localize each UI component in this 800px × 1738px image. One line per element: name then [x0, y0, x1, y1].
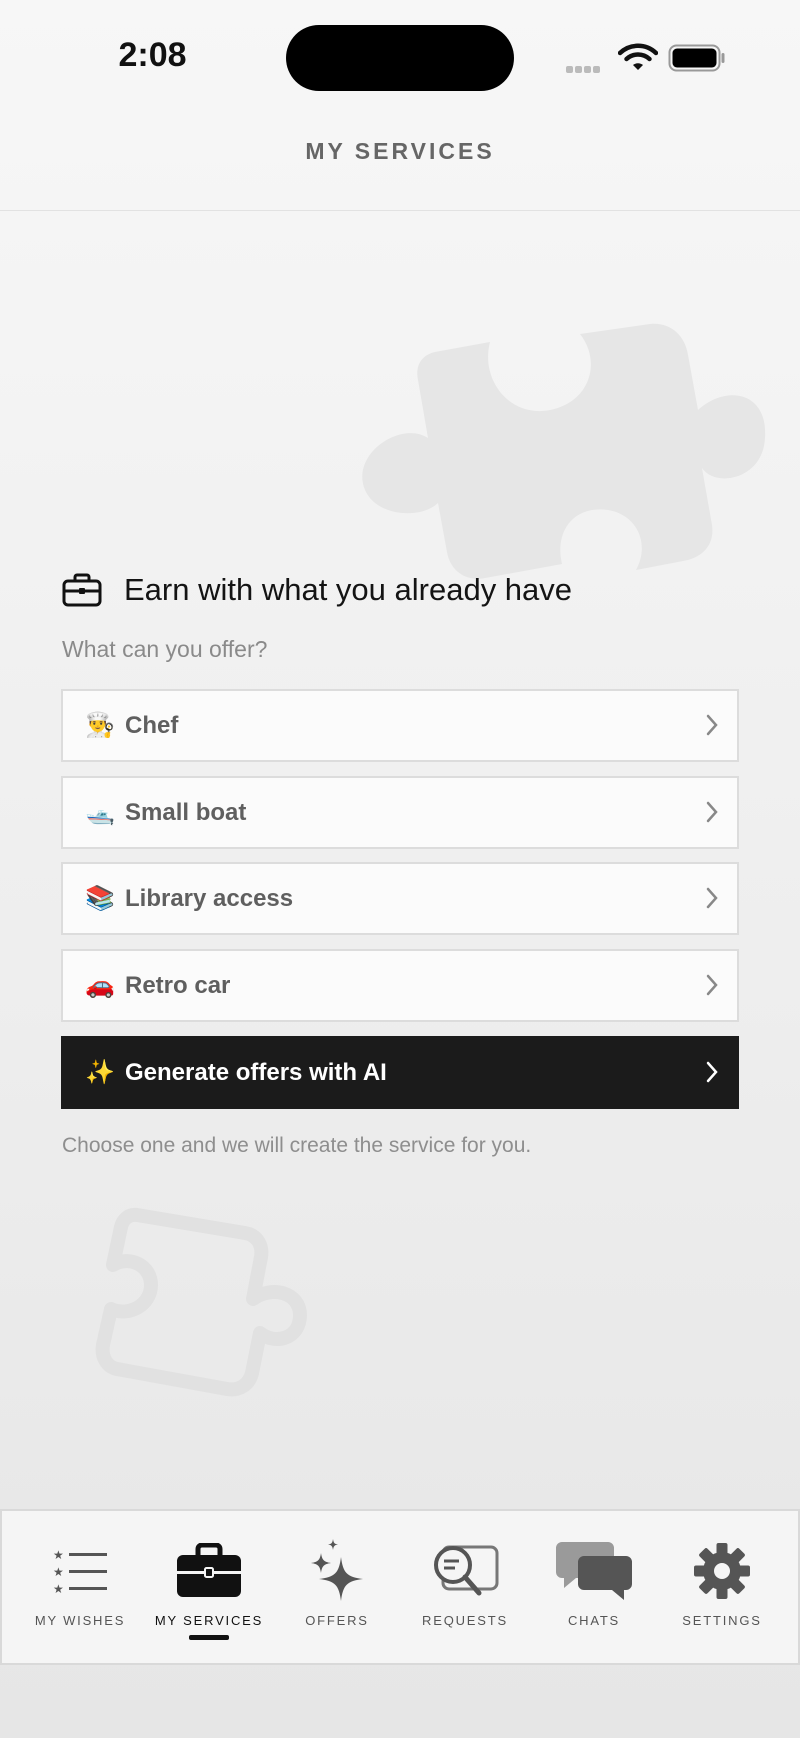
tab-requests[interactable]: REQUESTS — [400, 1511, 530, 1663]
tab-label: SETTINGS — [682, 1613, 762, 1628]
sparkles-icon — [311, 1539, 363, 1601]
status-bar: 2:08 — [0, 0, 800, 110]
chevron-right-icon — [706, 801, 718, 823]
generate-offers-ai-button[interactable]: ✨ Generate offers with AI — [61, 1036, 739, 1109]
nav-divider — [0, 210, 800, 211]
tab-chats[interactable]: CHATS — [529, 1511, 659, 1663]
dynamic-island — [286, 25, 514, 91]
sparkles-emoji-icon: ✨ — [85, 1059, 115, 1086]
battery-icon — [668, 44, 725, 72]
chat-bubbles-icon — [556, 1542, 632, 1600]
page-title: MY SERVICES — [305, 138, 495, 164]
chevron-right-icon — [706, 887, 718, 909]
option-library-access[interactable]: 📚 Library access — [61, 862, 739, 935]
svg-text:★: ★ — [53, 1548, 64, 1562]
books-emoji-icon: 📚 — [85, 885, 115, 912]
status-time: 2:08 — [118, 36, 187, 74]
section-header: Earn with what you already have — [62, 568, 572, 612]
wifi-icon — [618, 43, 658, 70]
active-tab-indicator — [189, 1635, 229, 1640]
boat-emoji-icon: 🛥️ — [85, 799, 115, 826]
tab-label: REQUESTS — [422, 1613, 508, 1628]
chevron-right-icon — [706, 974, 718, 996]
cellular-signal-icon — [566, 60, 602, 78]
briefcase-icon — [62, 573, 102, 607]
tab-label: OFFERS — [305, 1613, 369, 1628]
tab-label: MY SERVICES — [154, 1613, 264, 1628]
option-label: Retro car — [125, 971, 231, 999]
section-subheading: What can you offer? — [62, 636, 268, 662]
car-emoji-icon: 🚗 — [85, 972, 115, 999]
option-small-boat[interactable]: 🛥️ Small boat — [61, 776, 739, 849]
briefcase-icon — [177, 1543, 241, 1597]
option-retro-car[interactable]: 🚗 Retro car — [61, 949, 739, 1022]
ai-button-label: Generate offers with AI — [125, 1058, 387, 1086]
option-label: Small boat — [125, 798, 247, 826]
chevron-right-icon — [706, 1061, 718, 1083]
option-label: Library access — [125, 884, 294, 912]
option-chef[interactable]: 👨‍🍳 Chef — [61, 689, 739, 762]
tab-settings[interactable]: SETTINGS — [657, 1511, 787, 1663]
tab-my-wishes[interactable]: ★ ★ ★ MY WISHES — [15, 1511, 145, 1663]
search-document-icon — [434, 1545, 499, 1596]
svg-text:★: ★ — [53, 1582, 64, 1594]
svg-text:★: ★ — [53, 1565, 64, 1579]
tab-offers[interactable]: OFFERS — [272, 1511, 402, 1663]
tab-label: CHATS — [567, 1613, 621, 1628]
section-heading: Earn with what you already have — [124, 572, 573, 607]
gear-icon — [694, 1543, 750, 1599]
puzzle-outline-decoration — [95, 1207, 307, 1397]
list-stars-icon: ★ ★ ★ — [53, 1548, 107, 1594]
helper-text: Choose one and we will create the servic… — [62, 1134, 532, 1157]
chevron-right-icon — [706, 714, 718, 736]
tab-my-services[interactable]: MY SERVICES — [144, 1511, 274, 1663]
tab-bar: ★ ★ ★ MY WISHES MY SERVICES OFFERS REQUE… — [0, 1509, 800, 1665]
chef-emoji-icon: 👨‍🍳 — [85, 712, 115, 739]
option-label: Chef — [125, 711, 179, 739]
tab-label: MY WISHES — [34, 1613, 126, 1628]
